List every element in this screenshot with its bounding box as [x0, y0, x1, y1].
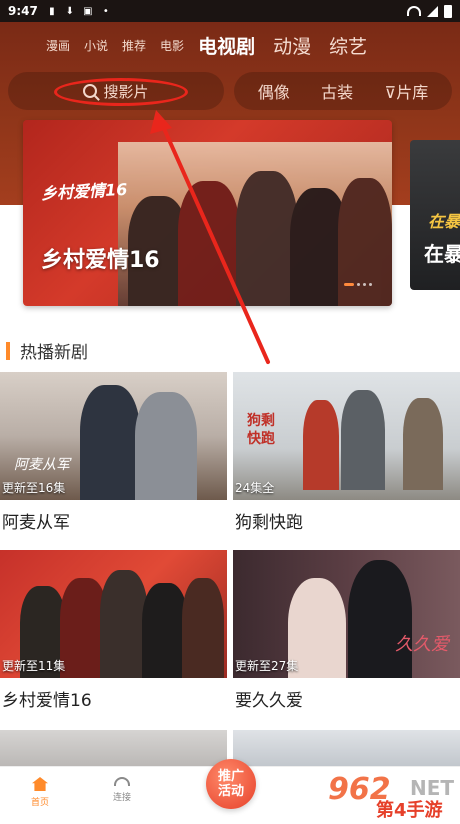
- wifi-icon: [407, 6, 421, 16]
- banner-title: 乡村爱情16: [41, 248, 160, 273]
- site-watermark: 962 NET 第4手游: [326, 772, 460, 824]
- card-title: 要久久爱: [235, 691, 303, 711]
- promo-button[interactable]: 推广 活动: [206, 759, 256, 809]
- episode-badge: 24集全: [235, 481, 275, 495]
- featured-banner[interactable]: 乡村爱情16 乡村爱情16: [23, 120, 392, 306]
- card-title: 阿麦从军: [2, 513, 70, 533]
- drama-card-partial[interactable]: [0, 730, 227, 770]
- tab-variety[interactable]: 综艺: [329, 32, 367, 59]
- banner-figure: [338, 178, 392, 306]
- tab-comics[interactable]: 漫画: [46, 37, 70, 54]
- download-icon: ⬇: [65, 5, 75, 17]
- quick-filters: 偶像 古装 ⊽片库: [234, 72, 452, 110]
- battery-icon: [444, 4, 452, 18]
- app-icon: ▣: [83, 5, 93, 17]
- card-art-text: 狗剩快跑: [247, 413, 275, 447]
- card-art-text: 久久爱: [395, 634, 449, 655]
- filter-idol[interactable]: 偶像: [258, 79, 290, 103]
- status-right: [407, 4, 452, 18]
- home-icon: [32, 777, 48, 791]
- card-thumbnail: 更新至11集: [0, 550, 227, 678]
- next-banner-logo: 在暴: [428, 212, 460, 231]
- drama-card[interactable]: 更新至11集 乡村爱情16: [0, 550, 227, 711]
- search-row: 搜影片 偶像 古装 ⊽片库: [8, 72, 452, 110]
- card-art-text: 阿麦从军: [14, 457, 70, 473]
- banner-figure: [236, 171, 298, 306]
- drama-card[interactable]: 久久爱 更新至27集 要久久爱: [233, 550, 460, 711]
- category-tabs: 漫画 小说 推荐 电影 电视剧 动漫 综艺: [0, 22, 460, 68]
- next-banner-peek[interactable]: 在暴 在暴: [410, 140, 460, 290]
- nav-connect[interactable]: 连接: [92, 777, 152, 803]
- card-title: 狗剩快跑: [235, 513, 303, 533]
- filter-costume[interactable]: 古装: [321, 79, 353, 103]
- banner-figure: [178, 181, 240, 306]
- status-time: 9:47: [8, 4, 38, 18]
- tab-recommend[interactable]: 推荐: [122, 37, 146, 54]
- card-thumbnail: 阿麦从军 更新至16集: [0, 372, 227, 500]
- episode-badge: 更新至16集: [2, 481, 66, 495]
- section-title: 热播新剧: [20, 343, 88, 363]
- tab-anime[interactable]: 动漫: [273, 32, 311, 59]
- episode-badge: 更新至27集: [235, 659, 299, 673]
- nav-home[interactable]: 首页: [10, 777, 70, 808]
- drama-card[interactable]: 阿麦从军 更新至16集 阿麦从军: [0, 372, 227, 533]
- tab-novels[interactable]: 小说: [84, 37, 108, 54]
- signal-icon: [427, 5, 438, 17]
- status-bar: 9:47 ▮ ⬇ ▣ •: [0, 0, 460, 22]
- watermark-text: 第4手游: [376, 800, 443, 821]
- drama-card[interactable]: 狗剩快跑 24集全 狗剩快跑: [233, 372, 460, 533]
- banner-artwork: [118, 142, 392, 306]
- dot-icon: •: [102, 5, 109, 17]
- carousel-dots: [344, 283, 372, 286]
- tab-tv-series[interactable]: 电视剧: [198, 32, 255, 59]
- card-title: 乡村爱情16: [2, 691, 92, 711]
- filter-library[interactable]: ⊽片库: [385, 79, 429, 103]
- drama-card-partial[interactable]: [233, 730, 460, 770]
- filter-funnel-icon: ⊽: [384, 83, 397, 102]
- highlight-circle: [54, 78, 188, 106]
- section-accent-bar: [6, 341, 10, 360]
- card-thumbnail: 狗剩快跑 24集全: [233, 372, 460, 500]
- episode-badge: 更新至11集: [2, 659, 66, 673]
- tab-movies[interactable]: 电影: [160, 37, 184, 54]
- next-banner-title: 在暴: [424, 242, 460, 266]
- notification-icon: ▮: [49, 5, 55, 17]
- banner-logo: 乡村爱情16: [40, 179, 128, 204]
- card-thumbnail: 久久爱 更新至27集: [233, 550, 460, 678]
- wifi-icon: [114, 777, 130, 786]
- section-header: 热播新剧: [6, 338, 88, 363]
